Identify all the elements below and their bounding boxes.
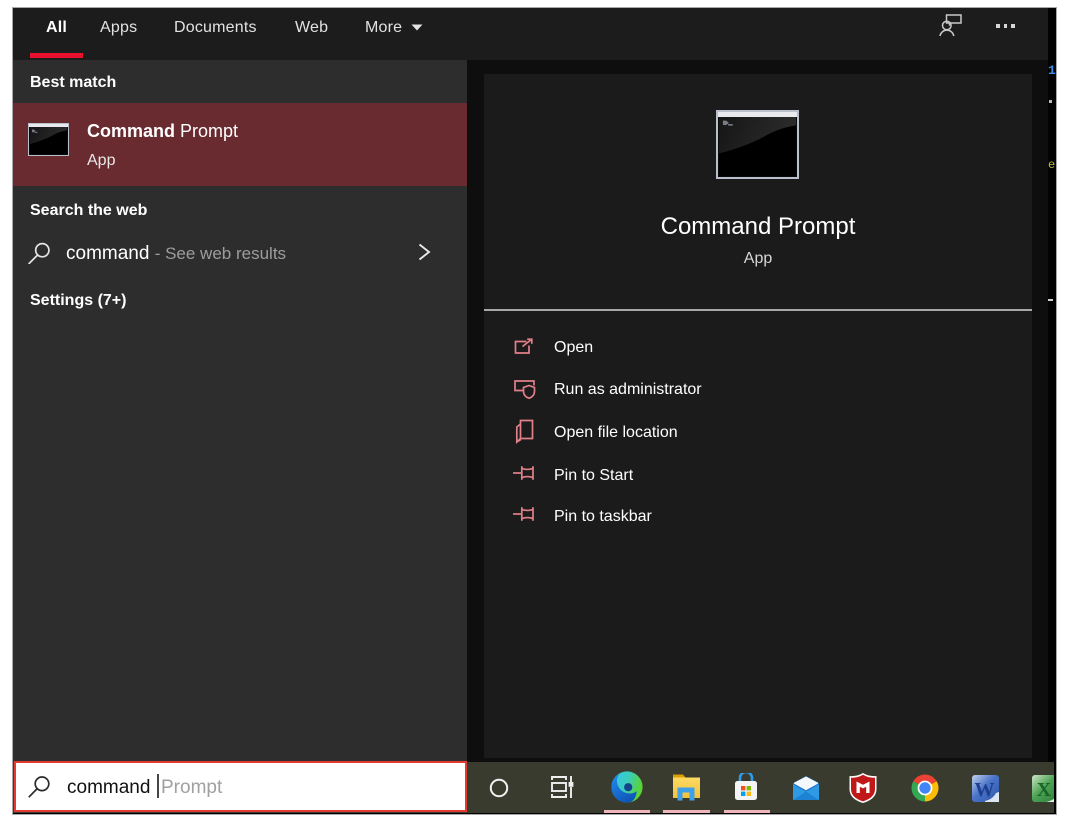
svg-text:W: W (975, 779, 995, 801)
svg-text:X: X (1037, 779, 1052, 801)
